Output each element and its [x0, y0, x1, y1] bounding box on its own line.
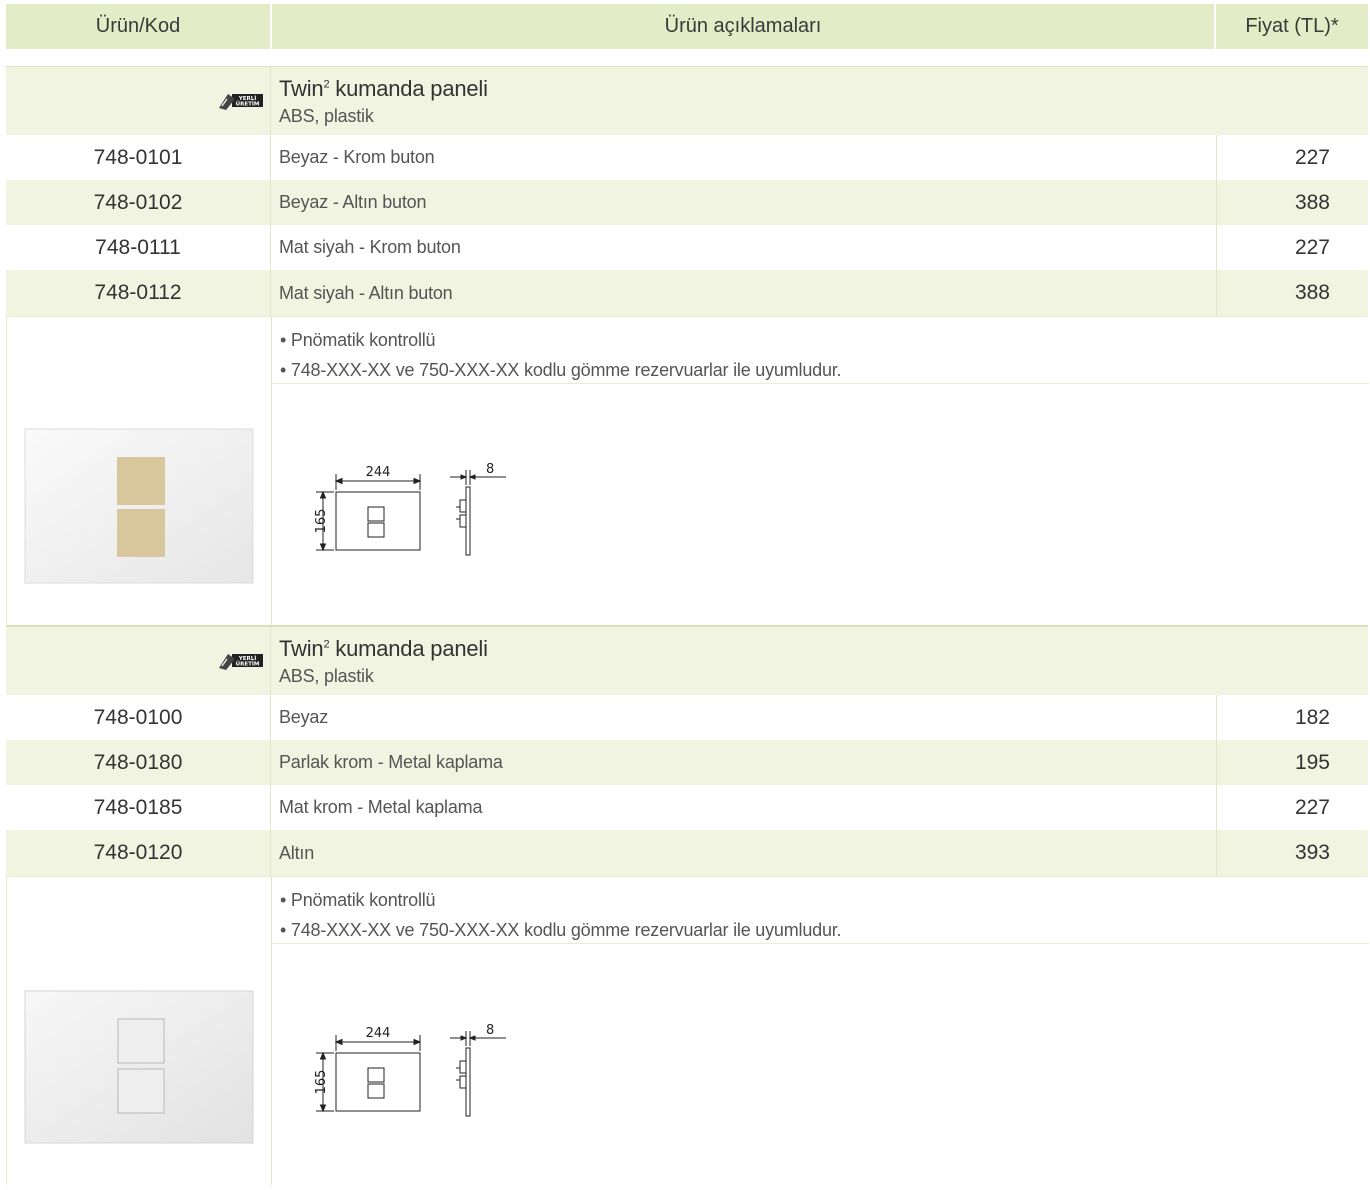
product-title: Twin2 kumanda paneli	[279, 635, 488, 661]
button-swatch	[117, 457, 165, 505]
table-row: 748-0111 Mat siyah - Krom buton 227	[6, 225, 1368, 270]
product-info: • Pnömatik kontrollü • 748-XXX-XX ve 750…	[6, 877, 1369, 1185]
product-photo-cell	[7, 877, 271, 1185]
product-code: 748-0112	[94, 281, 182, 304]
product-desc: Mat krom - Metal kaplama	[270, 785, 1216, 830]
product-material: ABS, plastik	[279, 105, 374, 126]
product-desc: Beyaz - Altın buton	[270, 180, 1216, 225]
product-section-2: YERLİ ÜRETİM Twin2 kumanda paneli ABS, p…	[6, 625, 1369, 1185]
product-notes: • Pnömatik kontrollü • 748-XXX-XX ve 750…	[272, 877, 1369, 944]
table-row: 748-0100 Beyaz 182	[6, 695, 1368, 740]
product-desc: Beyaz	[270, 695, 1216, 740]
product-price: 227	[1216, 135, 1368, 180]
product-price: 182	[1216, 695, 1368, 740]
header-code: Ürün/Kod	[6, 4, 270, 49]
dim-depth: 8	[486, 462, 494, 477]
product-title: Twin2 kumanda paneli	[279, 75, 488, 101]
product-title-row: YERLİ ÜRETİM Twin2 kumanda paneli ABS, p…	[6, 67, 1368, 135]
product-desc: Mat siyah - Krom buton	[270, 225, 1216, 270]
header-desc: Ürün açıklamaları	[272, 4, 1214, 49]
flush-plate-photo	[24, 990, 254, 1144]
technical-drawing: 244 165 8	[314, 1023, 506, 1117]
product-desc: Beyaz - Krom buton	[270, 135, 1216, 180]
product-desc: Altın	[270, 830, 1216, 876]
product-price: 227	[1216, 785, 1368, 830]
product-section-1: YERLİ ÜRETİM Twin2 kumanda paneli ABS, p…	[6, 66, 1369, 625]
table-row: 748-0102 Beyaz - Altın buton 388	[6, 180, 1368, 225]
product-code: 748-0120	[93, 841, 183, 864]
header-code-label: Ürün/Kod	[95, 15, 181, 37]
button-swatch	[117, 1018, 165, 1064]
button-swatch	[117, 509, 165, 557]
product-title-cell: Twin2 kumanda paneli ABS, plastik	[270, 627, 1368, 695]
svg-text:ÜRETİM: ÜRETİM	[236, 661, 260, 668]
product-code: 748-0111	[95, 235, 181, 259]
svg-text:ÜRETİM: ÜRETİM	[236, 101, 260, 108]
dim-width: 244	[366, 1026, 391, 1041]
technical-drawing: 244 165 8	[314, 462, 506, 556]
product-title-row: YERLİ ÜRETİM Twin2 kumanda paneli ABS, p…	[6, 627, 1368, 695]
product-code: 748-0102	[93, 190, 183, 214]
product-desc: Mat siyah - Altın buton	[270, 270, 1216, 316]
product-info: • Pnömatik kontrollü • 748-XXX-XX ve 750…	[6, 317, 1369, 625]
table-row: 748-0185 Mat krom - Metal kaplama 227	[6, 785, 1368, 830]
product-desc: Parlak krom - Metal kaplama	[270, 740, 1216, 785]
product-code: 748-0101	[93, 145, 183, 169]
product-price: 393	[1216, 830, 1368, 876]
dim-depth: 8	[486, 1023, 494, 1038]
product-code: 748-0180	[93, 750, 183, 774]
header-price: Fiyat (TL)*	[1216, 4, 1368, 49]
note-item: • Pnömatik kontrollü	[280, 890, 436, 910]
product-details-cell: • Pnömatik kontrollü • 748-XXX-XX ve 750…	[271, 317, 1369, 625]
product-price: 195	[1216, 740, 1368, 785]
header-desc-label: Ürün açıklamaları	[664, 15, 822, 37]
dim-height: 165	[314, 1070, 329, 1095]
dim-height: 165	[314, 509, 329, 534]
product-code: 748-0185	[93, 795, 183, 819]
product-price: 227	[1216, 225, 1368, 270]
product-price: 388	[1216, 270, 1368, 316]
product-title-cell: Twin2 kumanda paneli ABS, plastik	[270, 67, 1368, 135]
table-row: 748-0120 Altın 393	[6, 830, 1368, 877]
note-item: • Pnömatik kontrollü	[280, 330, 436, 350]
table-row: 748-0101 Beyaz - Krom buton 227	[6, 135, 1368, 180]
product-price: 388	[1216, 180, 1368, 225]
button-swatch	[117, 1068, 165, 1114]
product-photo-cell	[7, 317, 271, 625]
yerli-uretim-badge-icon: YERLİ ÜRETİM	[219, 654, 263, 670]
table-row: 748-0180 Parlak krom - Metal kaplama 195	[6, 740, 1368, 785]
product-notes: • Pnömatik kontrollü • 748-XXX-XX ve 750…	[272, 317, 1369, 384]
product-code: 748-0100	[93, 705, 183, 729]
note-item: • 748-XXX-XX ve 750-XXX-XX kodlu gömme r…	[280, 920, 842, 940]
badge-cell: YERLİ ÜRETİM	[6, 627, 270, 695]
yerli-uretim-badge-icon: YERLİ ÜRETİM	[219, 94, 263, 110]
table-row: 748-0112 Mat siyah - Altın buton 388	[6, 270, 1368, 317]
product-material: ABS, plastik	[279, 665, 374, 686]
flush-plate-photo	[24, 428, 254, 584]
header-price-label: Fiyat (TL)*	[1245, 15, 1339, 37]
badge-cell: YERLİ ÜRETİM	[6, 67, 270, 135]
note-item: • 748-XXX-XX ve 750-XXX-XX kodlu gömme r…	[280, 360, 842, 380]
product-details-cell: • Pnömatik kontrollü • 748-XXX-XX ve 750…	[271, 877, 1369, 1185]
dim-width: 244	[366, 465, 391, 480]
